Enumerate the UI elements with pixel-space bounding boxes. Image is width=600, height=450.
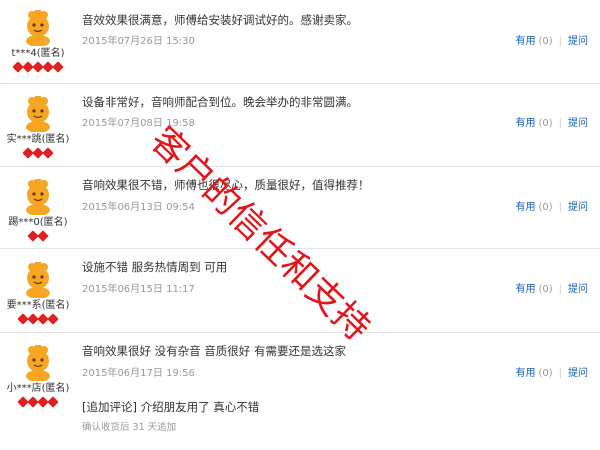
- ask-button[interactable]: 提问: [568, 202, 588, 213]
- review-item: 小***店(匿名) 音响效果很好 没有杂音 音质很好 有需要还是选这家 2015…: [0, 333, 600, 450]
- username: 实***跳(匿名): [6, 134, 70, 145]
- divider: |: [558, 36, 562, 47]
- review-date: 2015年07月26日 15:30: [82, 36, 195, 47]
- user-level-gems: [0, 396, 76, 408]
- useful-button[interactable]: 有用: [515, 118, 535, 129]
- avatar: [26, 179, 50, 215]
- avatar: [26, 262, 50, 298]
- username: 踢***0(匿名): [8, 217, 68, 228]
- divider: |: [558, 202, 562, 213]
- useful-button[interactable]: 有用: [515, 284, 535, 295]
- review-comment: 设施不错 服务热情周到 可用: [82, 260, 228, 274]
- review-item: 实***跳(匿名) 设备非常好，音响师配合到位。晚会举办的非常圆满。 2015年…: [0, 84, 600, 167]
- divider: |: [558, 118, 562, 129]
- useful-count: (0): [538, 118, 553, 129]
- username: t***4(匿名): [11, 48, 65, 59]
- divider: |: [558, 368, 562, 379]
- review-item: 要***系(匿名) 设施不错 服务热情周到 可用 2015年06月15日 11:…: [0, 249, 600, 333]
- divider: |: [558, 284, 562, 295]
- gem-icon: [52, 61, 64, 73]
- review-actions: 有用 (0) | 提问: [515, 36, 588, 48]
- gem-icon: [47, 313, 59, 325]
- useful-button[interactable]: 有用: [515, 36, 535, 47]
- review-item: t***4(匿名) 音效效果很满意，师傅给安装好调试好的。感谢卖家。 2015年…: [0, 0, 600, 84]
- review-actions: 有用 (0) | 提问: [515, 284, 588, 296]
- gem-icon: [47, 396, 59, 408]
- review-date: 2015年06月13日 09:54: [82, 202, 195, 213]
- user-level-gems: [0, 230, 76, 242]
- useful-count: (0): [538, 284, 553, 295]
- useful-button[interactable]: 有用: [515, 368, 535, 379]
- review-date: 2015年06月17日 19:56: [82, 368, 195, 379]
- ask-button[interactable]: 提问: [568, 118, 588, 129]
- review-comment: 音响效果很好 没有杂音 音质很好 有需要还是选这家: [82, 344, 346, 358]
- ask-button[interactable]: 提问: [568, 284, 588, 295]
- append-note: 确认收货后 31 天追加: [82, 422, 177, 433]
- review-date: 2015年06月15日 11:17: [82, 284, 195, 295]
- user-level-gems: [0, 61, 76, 73]
- avatar: [26, 96, 50, 132]
- review-comment: 设备非常好，音响师配合到位。晚会举办的非常圆满。: [82, 95, 358, 109]
- review-comment: 音响效果很不错，师傅也很尽心，质量很好，值得推荐！: [82, 178, 370, 192]
- avatar: [26, 10, 50, 46]
- user-level-gems: [0, 313, 76, 325]
- ask-button[interactable]: 提问: [568, 36, 588, 47]
- append-comment: [追加评论] 介绍朋友用了 真心不错: [82, 400, 260, 414]
- review-date: 2015年07月08日 19:58: [82, 118, 195, 129]
- avatar: [26, 345, 50, 381]
- review-actions: 有用 (0) | 提问: [515, 368, 588, 380]
- useful-count: (0): [538, 202, 553, 213]
- review-actions: 有用 (0) | 提问: [515, 202, 588, 214]
- username: 要***系(匿名): [6, 300, 70, 311]
- review-actions: 有用 (0) | 提问: [515, 118, 588, 130]
- review-item: 踢***0(匿名) 音响效果很不错，师傅也很尽心，质量很好，值得推荐！ 2015…: [0, 167, 600, 249]
- ask-button[interactable]: 提问: [568, 368, 588, 379]
- useful-count: (0): [538, 368, 553, 379]
- gem-icon: [37, 230, 49, 242]
- useful-button[interactable]: 有用: [515, 202, 535, 213]
- username: 小***店(匿名): [6, 383, 70, 394]
- user-level-gems: [0, 147, 76, 159]
- gem-icon: [42, 147, 54, 159]
- review-comment: 音效效果很满意，师傅给安装好调试好的。感谢卖家。: [82, 13, 358, 27]
- useful-count: (0): [538, 36, 553, 47]
